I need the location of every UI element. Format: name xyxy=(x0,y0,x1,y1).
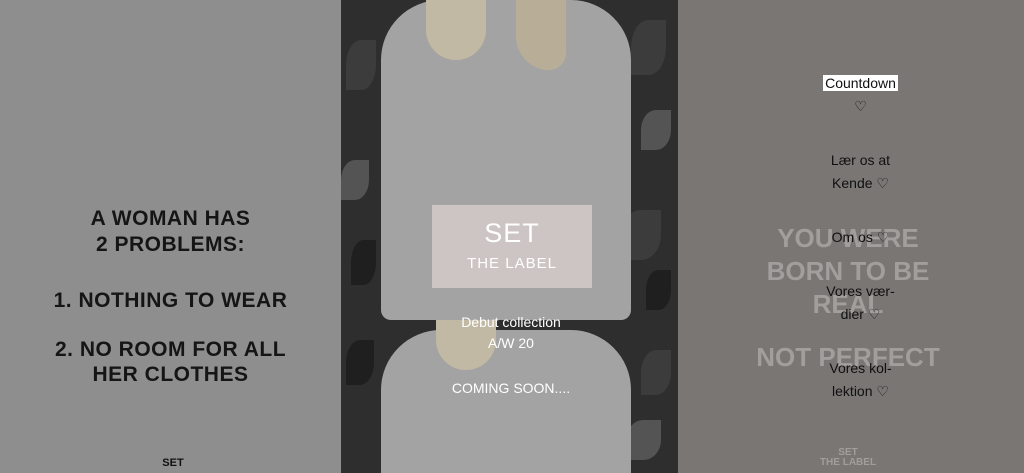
nav-collection-label-2: lektion ♡ xyxy=(832,383,889,399)
nav-collection[interactable]: Vores kol- lektion ♡ xyxy=(758,357,963,403)
nav-om-os-label: Om os ♡ xyxy=(831,229,890,245)
season-text: A/W 20 xyxy=(488,335,534,351)
nav-om-os[interactable]: Om os ♡ xyxy=(758,226,963,249)
quote-line: 2 PROBLEMS: xyxy=(95,233,245,256)
quote-line: 2. NO ROOM FOR ALL xyxy=(54,338,287,361)
brand-logo-set: SET xyxy=(484,218,540,248)
left-quote-panel: A WOMAN HAS 2 PROBLEMS: 1. NOTHING TO WE… xyxy=(0,0,341,473)
nav-about-us-label: Lær os at xyxy=(830,152,891,168)
brand-logo-label: THE LABEL xyxy=(467,255,557,272)
debut-collection-text: Debut collection xyxy=(461,314,561,330)
quote-line: 1. NOTHING TO WEAR xyxy=(53,289,288,312)
nav-about-us[interactable]: Lær os at Kende ♡ xyxy=(758,149,963,195)
nav-countdown-label: Countdown xyxy=(823,75,898,91)
left-logo: SET xyxy=(162,457,184,469)
nav-values-label: Vores vær- xyxy=(826,283,895,299)
watermark-logo: SET THE LABEL xyxy=(819,447,877,468)
brand-logo-box: SET THE LABEL xyxy=(432,205,592,288)
nav-values-label-2: dier ♡ xyxy=(840,306,881,322)
coming-soon-text: COMING SOON.... xyxy=(451,380,571,396)
quote-line: A WOMAN HAS xyxy=(90,207,251,230)
nav-countdown[interactable]: Countdown ♡ xyxy=(758,72,963,118)
nav-collection-label: Vores kol- xyxy=(829,360,892,376)
right-nav-panel: YOU WERE BORN TO BE REAL NOT PERFECT SET… xyxy=(678,0,1024,473)
heart-icon: ♡ xyxy=(854,98,867,114)
nav-about-us-label-2: Kende ♡ xyxy=(832,175,889,191)
center-photo-panel: SET THE LABEL Debut collection A/W 20 CO… xyxy=(341,0,678,473)
nav-values[interactable]: Vores vær- dier ♡ xyxy=(758,280,963,326)
quote-line: HER CLOTHES xyxy=(92,363,249,386)
